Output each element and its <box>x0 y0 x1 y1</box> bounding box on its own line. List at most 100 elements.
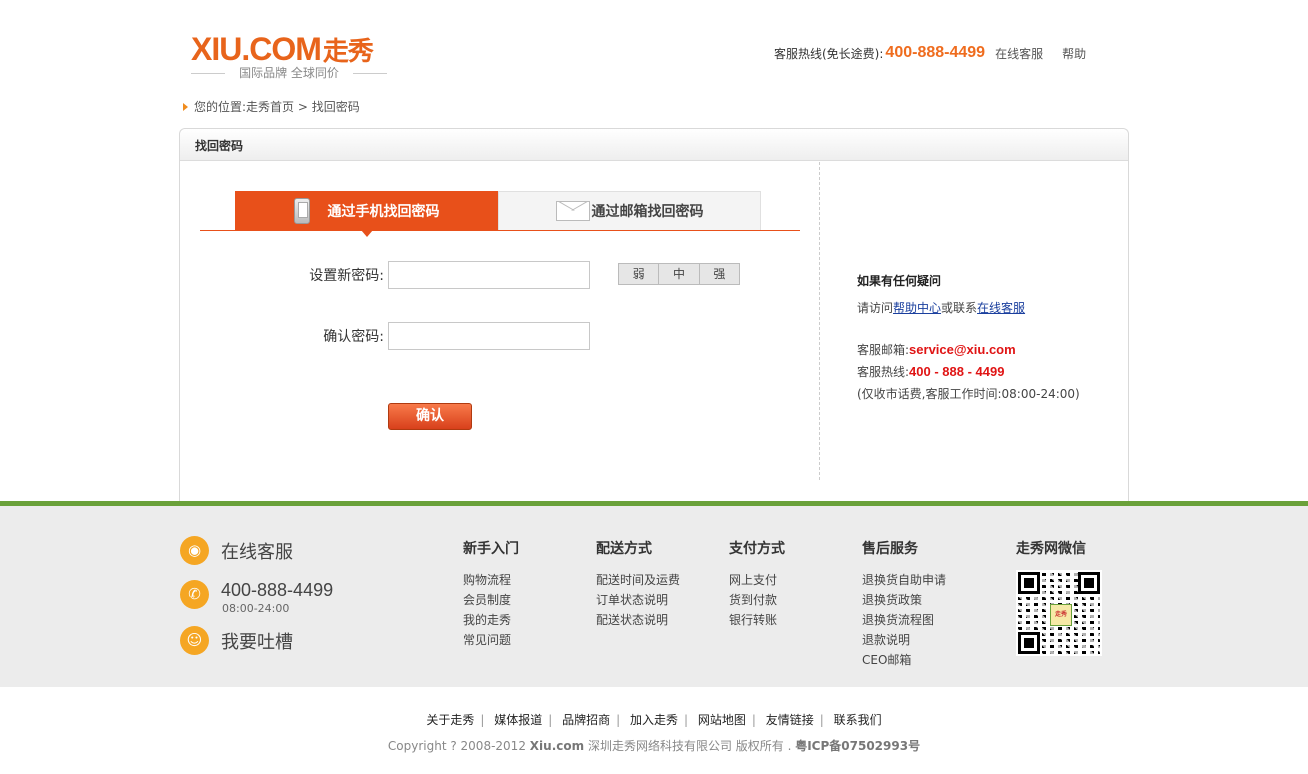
bottom-link-join[interactable]: 加入走秀 <box>630 713 678 727</box>
site-logo[interactable]: XIU.COM走秀 国际品牌 全球同价 <box>191 32 387 82</box>
bottom-link-friends[interactable]: 友情链接 <box>766 713 814 727</box>
bottom-link-media[interactable]: 媒体报道 <box>494 713 542 727</box>
footer-link[interactable]: 网上支付 <box>729 570 785 590</box>
wechat-qr-code: 走秀 <box>1016 570 1102 656</box>
strength-strong: 强 <box>713 267 726 281</box>
footer-col-aftersales: 售后服务 退换货自助申请 退换货政策 退换货流程图 退款说明 CEO邮箱 <box>862 538 946 670</box>
help-title: 如果有任何疑问 <box>857 274 942 288</box>
breadcrumb-arrow-icon <box>183 102 188 111</box>
tab-phone-label: 通过手机找回密码 <box>327 203 440 220</box>
footer-link[interactable]: 货到付款 <box>729 590 785 610</box>
envelope-icon <box>555 201 590 221</box>
footer-link[interactable]: 退款说明 <box>862 630 946 650</box>
footer-col-payment: 支付方式 网上支付 货到付款 银行转账 <box>729 538 785 630</box>
new-password-label: 设置新密码: <box>309 268 384 284</box>
footer-link[interactable]: 购物流程 <box>463 570 519 590</box>
breadcrumb-sep: > <box>294 99 312 114</box>
help-or-contact: 或联系 <box>941 301 978 315</box>
footer-feedback[interactable]: ☺ 我要吐槽 <box>180 626 293 655</box>
logo-slogan: 国际品牌 全球同价 <box>191 66 387 80</box>
help-panel: 如果有任何疑问 请访问帮助中心或联系在线客服 客服邮箱:service@xiu.… <box>857 272 1080 405</box>
logo-brand: XIU.COM走秀 <box>191 31 374 68</box>
help-email: service@xiu.com <box>909 342 1016 357</box>
bottom-link-brands[interactable]: 品牌招商 <box>562 713 610 727</box>
hotline-number: 400-888-4499 <box>885 44 986 61</box>
help-visit-line: 请访问帮助中心或联系在线客服 <box>857 297 1080 319</box>
logo-brand-cn: 走秀 <box>322 36 374 66</box>
help-hotline-line: 客服热线:400 - 888 - 4499 <box>857 361 1080 383</box>
password-strength-meter: 弱 中 强 <box>618 263 740 285</box>
footer-link[interactable]: 我的走秀 <box>463 610 519 630</box>
help-email-label: 客服邮箱: <box>857 343 910 357</box>
footer-col-beginner: 新手入门 购物流程 会员制度 我的走秀 常见问题 <box>463 538 519 650</box>
panel-divider <box>819 162 820 480</box>
breadcrumb-current: 找回密码 <box>311 100 360 114</box>
footer-col-title: 新手入门 <box>463 541 519 557</box>
footer-link[interactable]: 常见问题 <box>463 630 519 650</box>
footer-online-service-label: 在线客服 <box>221 541 293 563</box>
copyright-site: Xiu.com <box>529 739 585 753</box>
phone-handset-icon: ✆ <box>180 580 209 609</box>
hotline-label: 客服热线(免长途费): <box>774 46 884 61</box>
top-bar: 客服热线(免长途费): 400-888-4499 在线客服 帮助 <box>774 42 1105 64</box>
footer-col-delivery: 配送方式 配送时间及运费 订单状态说明 配送状态说明 <box>596 538 680 630</box>
footer-link[interactable]: 订单状态说明 <box>596 590 680 610</box>
footer-link[interactable]: 会员制度 <box>463 590 519 610</box>
bottom-link-contact[interactable]: 联系我们 <box>834 713 882 727</box>
footer-phone: ✆ 400-888-4499 08:00-24:00 <box>180 580 334 615</box>
help-link[interactable]: 帮助 <box>1062 45 1086 62</box>
footer-online-service[interactable]: ◉ 在线客服 <box>180 536 293 565</box>
bottom-link-about[interactable]: 关于走秀 <box>426 713 474 727</box>
help-hotline: 400 - 888 - 4499 <box>909 364 1005 379</box>
copyright: Copyright ? 2008-2012 Xiu.com 深圳走秀网络科技有限… <box>0 737 1308 754</box>
help-center-link[interactable]: 帮助中心 <box>893 301 941 315</box>
breadcrumb-prefix: 您的位置: <box>194 100 247 114</box>
qr-center-logo: 走秀 <box>1050 604 1072 626</box>
tab-email-label: 通过邮箱找回密码 <box>591 204 704 220</box>
copyright-prefix: Copyright ? 2008-2012 <box>387 739 526 753</box>
strength-medium: 中 <box>659 264 700 284</box>
help-online-service-link[interactable]: 在线客服 <box>977 301 1025 315</box>
online-service-link[interactable]: 在线客服 <box>995 45 1043 62</box>
footer-col-title: 售后服务 <box>862 541 918 557</box>
help-hotline-label: 客服热线: <box>857 365 910 379</box>
panel-title: 找回密码 <box>180 129 1128 161</box>
footer-col-wechat: 走秀网微信 走秀 <box>1016 538 1102 656</box>
footer-col-title: 配送方式 <box>596 541 652 557</box>
footer-col-title: 支付方式 <box>729 541 785 557</box>
tab-email-recovery[interactable]: 通过邮箱找回密码 <box>498 191 761 230</box>
footer-wechat-title: 走秀网微信 <box>1016 541 1086 557</box>
reset-password-panel: 找回密码 通过手机找回密码 通过邮箱找回密码 设置新密码: 弱 中 强 确认密码… <box>179 128 1129 501</box>
copyright-company: 深圳走秀网络科技有限公司 版权所有 . <box>587 739 792 753</box>
footer-link[interactable]: 银行转账 <box>729 610 785 630</box>
breadcrumb-home-link[interactable]: 走秀首页 <box>246 98 294 115</box>
recovery-tabs: 通过手机找回密码 通过邮箱找回密码 <box>200 191 800 237</box>
footer-link[interactable]: 配送时间及运费 <box>596 570 680 590</box>
footer-link[interactable]: CEO邮箱 <box>862 650 946 670</box>
footer-link[interactable]: 退换货政策 <box>862 590 946 610</box>
chat-bubble-icon: ◉ <box>180 536 209 565</box>
footer-link[interactable]: 配送状态说明 <box>596 610 680 630</box>
confirm-password-label: 确认密码: <box>323 329 384 345</box>
footer: ◉ 在线客服 ✆ 400-888-4499 08:00-24:00 ☺ 我要吐槽… <box>0 506 1308 687</box>
footer-phone-number: 400-888-4499 <box>221 580 334 600</box>
footer-phone-hours: 08:00-24:00 <box>222 602 290 615</box>
logo-brand-text: XIU.COM <box>191 31 322 67</box>
mobile-phone-icon <box>293 197 310 224</box>
confirm-button[interactable]: 确认 <box>388 403 472 430</box>
confirm-password-input[interactable] <box>388 322 590 350</box>
bottom-link-sitemap[interactable]: 网站地图 <box>698 713 746 727</box>
new-password-row: 设置新密码: <box>304 261 384 289</box>
breadcrumb: 您的位置: 走秀首页 > 找回密码 <box>183 98 360 115</box>
smiley-face-icon: ☺ <box>180 626 209 655</box>
icp-number: 粤ICP备07502993号 <box>795 739 921 753</box>
footer-link[interactable]: 退换货流程图 <box>862 610 946 630</box>
footer-feedback-label: 我要吐槽 <box>221 631 293 653</box>
help-email-line: 客服邮箱:service@xiu.com <box>857 339 1080 361</box>
help-hours-note: (仅收市话费,客服工作时间:08:00-24:00) <box>857 387 1080 401</box>
strength-weak: 弱 <box>619 264 660 284</box>
confirm-password-row: 确认密码: <box>304 322 384 350</box>
tab-phone-recovery[interactable]: 通过手机找回密码 <box>235 191 498 237</box>
new-password-input[interactable] <box>388 261 590 289</box>
footer-link[interactable]: 退换货自助申请 <box>862 570 946 590</box>
